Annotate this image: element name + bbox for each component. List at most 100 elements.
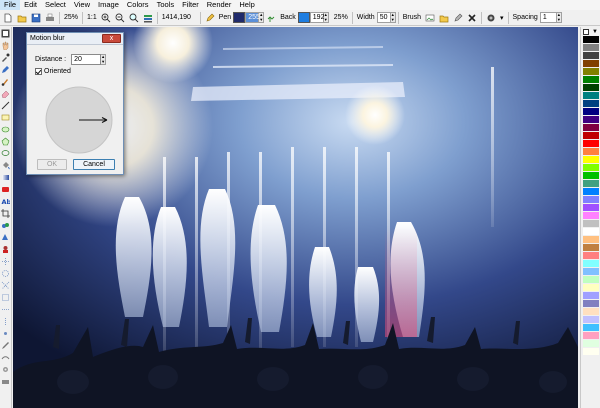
cancel-button[interactable]: Cancel — [73, 159, 115, 170]
palette-color-swatch[interactable] — [583, 108, 599, 116]
palette-color-swatch[interactable] — [583, 348, 599, 356]
oriented-row[interactable]: Oriented — [35, 68, 71, 75]
palette-color-swatch[interactable] — [583, 204, 599, 212]
spacing-field[interactable]: 1 — [539, 12, 557, 23]
pen-tool-icon[interactable] — [204, 12, 216, 24]
palette-color-swatch[interactable] — [583, 236, 599, 244]
palette-color-swatch[interactable] — [583, 276, 599, 284]
palette-color-swatch[interactable] — [583, 316, 599, 324]
distance-spinner[interactable]: ▲ ▼ — [101, 54, 107, 65]
palette-color-swatch[interactable] — [583, 76, 599, 84]
palette-color-swatch[interactable] — [583, 172, 599, 180]
back-alpha-spinner[interactable]: ▲ ▼ — [323, 12, 329, 23]
menu-edit[interactable]: Edit — [20, 0, 41, 10]
tool-pencil-icon[interactable] — [0, 340, 11, 351]
palette-color-swatch[interactable] — [583, 212, 599, 220]
palette-color-swatch[interactable] — [583, 148, 599, 156]
palette-color-swatch[interactable] — [583, 52, 599, 60]
tool-rectangle-icon[interactable] — [0, 112, 11, 123]
palette-color-swatch[interactable] — [583, 308, 599, 316]
zoom-level[interactable]: 25% — [62, 14, 80, 21]
opacity-value[interactable]: 25% — [332, 14, 350, 21]
tool-eraser-icon[interactable] — [0, 88, 11, 99]
brush-image-icon[interactable] — [424, 12, 436, 24]
tool-fx2-icon[interactable] — [0, 268, 11, 279]
palette-color-swatch[interactable] — [583, 300, 599, 308]
spacing-spinner[interactable]: ▲ ▼ — [556, 12, 562, 23]
palette-color-swatch[interactable] — [583, 220, 599, 228]
menu-view[interactable]: View — [70, 0, 94, 10]
tool-clone-icon[interactable] — [0, 220, 11, 231]
palette-color-swatch[interactable] — [583, 68, 599, 76]
palette-color-swatch[interactable] — [583, 292, 599, 300]
tool-brush-icon[interactable] — [0, 76, 11, 87]
palette-color-swatch[interactable] — [583, 332, 599, 340]
zoom-out-icon[interactable] — [114, 12, 126, 24]
tool-settings-icon[interactable] — [0, 364, 11, 375]
tool-misc-icon[interactable] — [0, 376, 11, 387]
palette-color-swatch[interactable] — [583, 252, 599, 260]
tool-ellipse-icon[interactable] — [0, 124, 11, 135]
distance-field[interactable]: 20 — [71, 54, 102, 65]
brush-folder-icon[interactable] — [438, 12, 450, 24]
tool-fx1-icon[interactable] — [0, 256, 11, 267]
palette-color-swatch[interactable] — [583, 164, 599, 172]
width-spinner[interactable]: ▲ ▼ — [390, 12, 396, 23]
back-alpha-field[interactable]: 192 — [309, 12, 324, 23]
tool-stamp-icon[interactable] — [0, 244, 11, 255]
brush-shape-dropdown[interactable]: ▾ — [498, 14, 506, 22]
tool-polygon-icon[interactable] — [0, 136, 11, 147]
dialog-titlebar[interactable]: Motion blur x — [27, 33, 123, 45]
brush-edit-icon[interactable] — [452, 12, 464, 24]
palette-color-swatch[interactable] — [583, 140, 599, 148]
pen-color-swatch[interactable] — [233, 12, 246, 23]
palette-color-swatch[interactable] — [583, 340, 599, 348]
fit-window-icon[interactable] — [128, 12, 140, 24]
width-field[interactable]: 50 — [376, 12, 391, 23]
palette-color-swatch[interactable] — [583, 188, 599, 196]
palette-color-swatch[interactable] — [583, 116, 599, 124]
layers-icon[interactable] — [142, 12, 154, 24]
save-icon[interactable] — [30, 12, 42, 24]
tool-fx6-icon[interactable] — [0, 316, 11, 327]
direction-dial[interactable] — [44, 85, 114, 155]
tool-record-icon[interactable] — [0, 184, 11, 195]
tool-deform-icon[interactable] — [0, 232, 11, 243]
palette-color-swatch[interactable] — [583, 156, 599, 164]
palette-menu-icon[interactable] — [583, 28, 589, 35]
palette-color-swatch[interactable] — [583, 132, 599, 140]
tool-select-all-icon[interactable] — [0, 28, 11, 39]
tool-crop-icon[interactable] — [0, 208, 11, 219]
ok-button[interactable]: OK — [37, 159, 67, 170]
tool-lasso-icon[interactable] — [0, 148, 11, 159]
palette-color-swatch[interactable] — [583, 324, 599, 332]
tool-smudge-icon[interactable] — [0, 352, 11, 363]
palette-color-swatch[interactable] — [583, 244, 599, 252]
palette-color-swatch[interactable] — [583, 92, 599, 100]
tool-pen-icon[interactable] — [0, 64, 11, 75]
pen-alpha-field[interactable]: 255 — [245, 12, 260, 23]
palette-color-swatch[interactable] — [583, 44, 599, 52]
tool-fx7-icon[interactable] — [0, 328, 11, 339]
palette-color-swatch[interactable] — [583, 284, 599, 292]
tool-fill-icon[interactable] — [0, 160, 11, 171]
menu-filter[interactable]: Filter — [178, 0, 203, 10]
menu-tools[interactable]: Tools — [153, 0, 179, 10]
palette-color-swatch[interactable] — [583, 36, 599, 44]
print-icon[interactable] — [44, 12, 56, 24]
palette-dropdown-icon[interactable]: ▼ — [592, 29, 598, 35]
palette-color-swatch[interactable] — [583, 100, 599, 108]
menu-select[interactable]: Select — [41, 0, 70, 10]
open-folder-icon[interactable] — [16, 12, 28, 24]
palette-color-swatch[interactable] — [583, 228, 599, 236]
swap-colors-icon[interactable] — [265, 12, 277, 24]
palette-color-swatch[interactable] — [583, 268, 599, 276]
oriented-checkbox[interactable] — [35, 68, 42, 75]
new-file-icon[interactable] — [2, 12, 14, 24]
tool-text-icon[interactable]: Ab — [0, 196, 11, 207]
menu-image[interactable]: Image — [94, 0, 123, 10]
palette-color-swatch[interactable] — [583, 84, 599, 92]
dialog-close-button[interactable]: x — [102, 34, 121, 43]
palette-color-swatch[interactable] — [583, 196, 599, 204]
tool-gradient-icon[interactable] — [0, 172, 11, 183]
